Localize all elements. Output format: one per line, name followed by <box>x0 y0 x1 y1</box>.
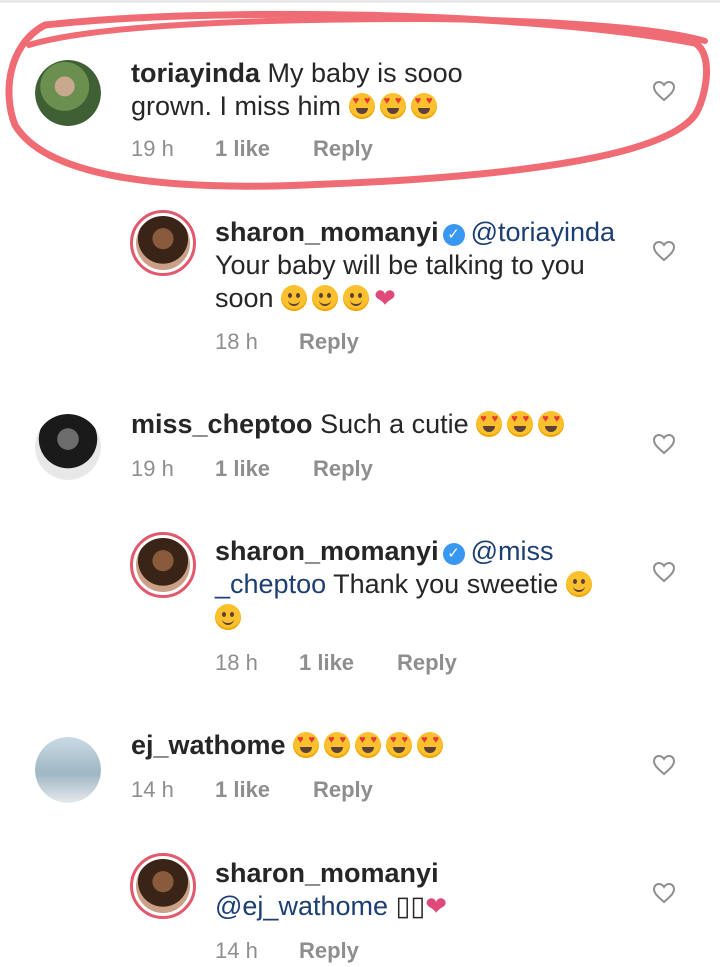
timestamp: 19 h <box>131 136 174 161</box>
comment-body: ▯▯ <box>395 891 426 921</box>
heart-eyes-emoji <box>293 732 320 758</box>
comment-text: toriayinda My baby is sooo grown. I miss… <box>131 57 551 123</box>
smile-emoji <box>565 571 592 597</box>
comment-meta: 18 h Reply <box>215 329 359 355</box>
smile-emoji <box>281 285 308 311</box>
avatar[interactable] <box>130 210 196 276</box>
heart-icon[interactable] <box>652 754 676 776</box>
heart-eyes-emoji <box>417 732 444 758</box>
username[interactable]: toriayinda <box>131 58 260 88</box>
reply-button[interactable]: Reply <box>313 136 373 162</box>
heart-eyes-emoji <box>324 732 351 758</box>
heart-eyes-emoji <box>476 411 503 437</box>
mention-link[interactable]: @toriayinda <box>471 217 615 247</box>
timestamp: 18 h <box>215 329 258 354</box>
username[interactable]: sharon_momanyi <box>215 858 439 888</box>
comment-meta: 19 h 1 like Reply <box>131 456 373 482</box>
heart-icon[interactable] <box>652 433 676 455</box>
timestamp: 19 h <box>131 456 174 481</box>
heart-eyes-emoji <box>410 93 437 119</box>
heart-eyes-emoji <box>386 732 413 758</box>
comment-body: Your baby will be talking to you soon <box>215 250 585 313</box>
like-count[interactable]: 1 like <box>215 777 313 803</box>
reply-button[interactable]: Reply <box>299 329 359 355</box>
reply-button[interactable]: Reply <box>397 650 457 676</box>
comment-meta: 19 h 1 like Reply <box>131 136 373 162</box>
heart-icon[interactable] <box>652 882 676 904</box>
reply-button[interactable]: Reply <box>313 777 373 803</box>
reply-button[interactable]: Reply <box>313 456 373 482</box>
comment-body: Thank you sweetie <box>333 569 559 599</box>
avatar[interactable] <box>35 414 101 480</box>
like-count[interactable]: 1 like <box>215 456 313 482</box>
top-divider <box>0 0 720 3</box>
comment-text: sharon_momanyi @ej_wathome ▯▯❤ <box>215 857 635 923</box>
comment-text: sharon_momanyi ✓ @toriayinda Your baby wil… <box>215 216 635 315</box>
timestamp: 18 h <box>215 650 258 675</box>
comment-text: sharon_momanyi ✓ @miss _cheptoo Thank you s… <box>215 535 635 634</box>
comment-meta: 14 h 1 like Reply <box>131 777 373 803</box>
mention-link[interactable]: @ej_wathome <box>215 891 388 921</box>
username[interactable]: miss_cheptoo <box>131 409 313 439</box>
comment-meta: 14 h Reply <box>215 938 359 964</box>
heart-icon[interactable] <box>652 80 676 102</box>
username[interactable]: ej_wathome <box>131 730 286 760</box>
smile-emoji <box>343 285 370 311</box>
verified-badge-icon: ✓ <box>442 224 465 246</box>
like-count[interactable]: 1 like <box>299 650 397 676</box>
pink-heart-icon: ❤ <box>425 891 448 921</box>
avatar[interactable] <box>35 60 101 126</box>
heart-eyes-emoji <box>348 93 375 119</box>
heart-icon[interactable] <box>652 240 676 262</box>
comment-text: ej_wathome <box>131 729 631 762</box>
verified-badge-icon: ✓ <box>442 543 465 565</box>
mention-link[interactable]: @miss <box>471 536 554 566</box>
avatar[interactable] <box>130 532 196 598</box>
avatar[interactable] <box>35 737 101 803</box>
heart-eyes-emoji <box>538 411 565 437</box>
timestamp: 14 h <box>215 938 258 963</box>
username[interactable]: sharon_momanyi <box>215 536 439 566</box>
reply-button[interactable]: Reply <box>299 938 359 964</box>
comment-text: miss_cheptoo Such a cutie <box>131 408 651 441</box>
comment-body: Such a cutie <box>320 409 469 439</box>
heart-eyes-emoji <box>379 93 406 119</box>
smile-emoji <box>215 604 241 630</box>
like-count[interactable]: 1 like <box>215 136 313 162</box>
heart-eyes-emoji <box>507 411 534 437</box>
avatar[interactable] <box>130 853 196 919</box>
mention-link-continued[interactable]: _cheptoo <box>215 569 326 599</box>
heart-icon[interactable] <box>652 561 676 583</box>
heart-eyes-emoji <box>355 732 382 758</box>
comment-meta: 18 h 1 like Reply <box>215 650 457 676</box>
timestamp: 14 h <box>131 777 174 802</box>
pink-heart-icon: ❤ <box>374 283 396 313</box>
smile-emoji <box>312 285 339 311</box>
username[interactable]: sharon_momanyi <box>215 217 439 247</box>
